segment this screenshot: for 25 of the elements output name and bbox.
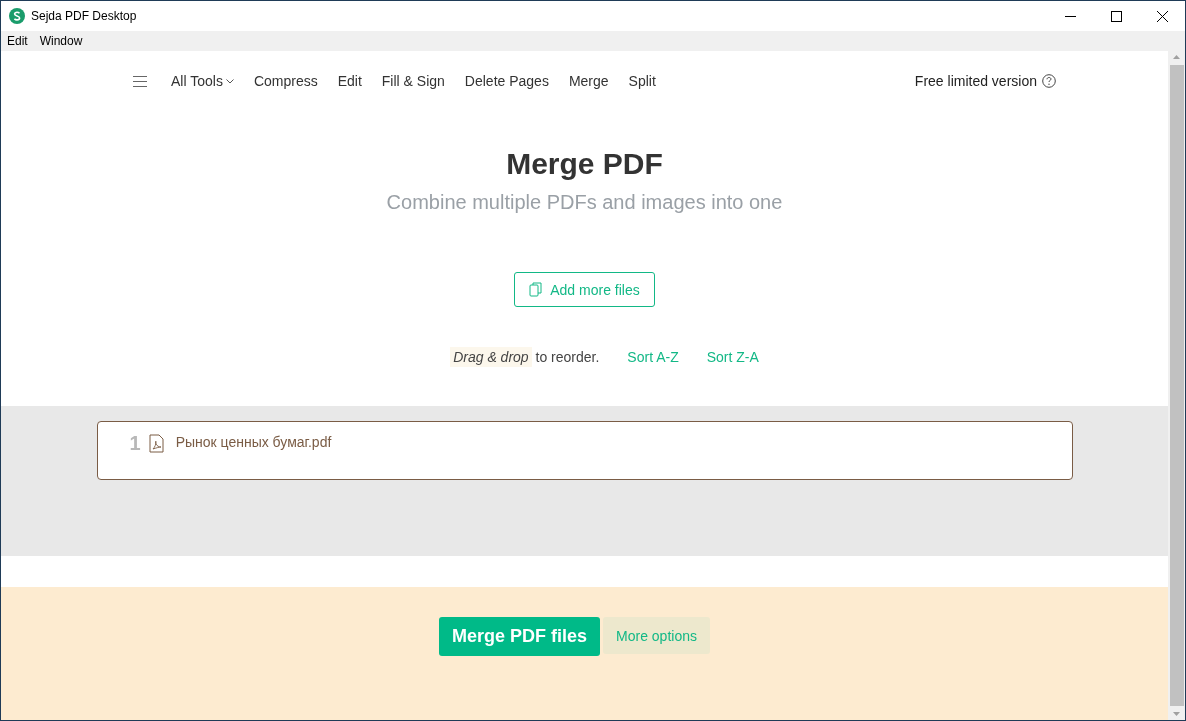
page-title: Merge PDF [505, 147, 664, 181]
nav-link[interactable]: Delete Pages [464, 73, 549, 89]
nav-link[interactable]: Merge [568, 73, 609, 89]
nav-link[interactable]: Compress [253, 73, 318, 89]
file-name: Рынок ценных бумаг.pdf [175, 434, 332, 450]
menu-icon[interactable] [133, 75, 147, 87]
copy-icon [529, 282, 544, 297]
menu-item[interactable]: Edit [7, 34, 28, 48]
help-icon[interactable] [1042, 74, 1056, 88]
file-card[interactable]: 1 Рынок ценных бумаг.pdf [96, 421, 1073, 480]
caret-icon [225, 78, 234, 84]
nav-link[interactable]: Edit [337, 73, 362, 89]
app-logo-icon [9, 8, 25, 24]
maximize-icon [1110, 10, 1122, 22]
close-icon [1156, 10, 1168, 22]
file-number: 1 [129, 432, 141, 455]
page-subtitle: Combine multiple PDFs and images into one [385, 191, 784, 214]
nav-link[interactable]: Fill & Sign [381, 73, 445, 89]
window-title: Sejda PDF Desktop [31, 9, 138, 23]
nav-link[interactable]: Split [628, 73, 656, 89]
reorder-hint: Drag & drop to reorder. [450, 349, 600, 365]
menu-item[interactable]: Window [39, 34, 83, 48]
version-label: Free limited version [914, 73, 1037, 89]
all-tools-dropdown[interactable]: All Tools [171, 73, 234, 89]
pdf-file-icon [148, 434, 164, 453]
